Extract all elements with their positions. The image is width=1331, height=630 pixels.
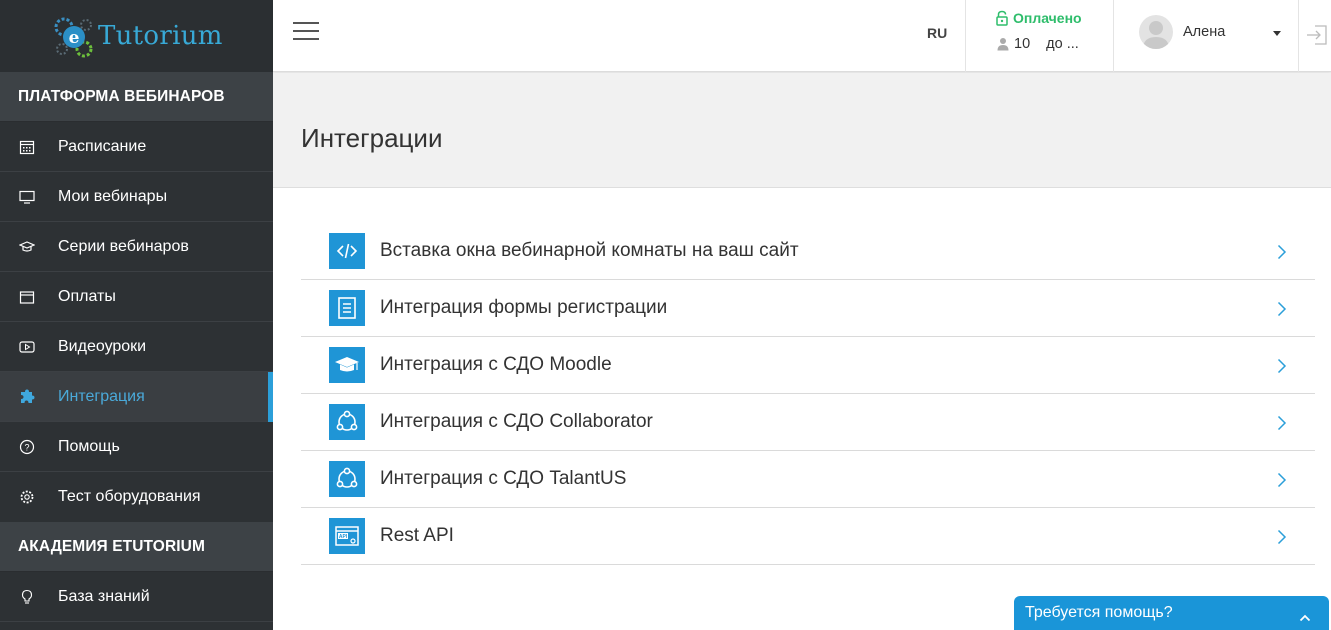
video-play-icon (18, 338, 36, 356)
lightbulb-icon (18, 588, 36, 606)
avatar (1139, 15, 1173, 49)
language-switcher[interactable]: RU (927, 25, 947, 41)
integration-label: Интеграция с СДО TalantUS (380, 468, 627, 489)
sidebar-item-help[interactable]: ? Помощь (0, 422, 273, 472)
integration-embed-room[interactable]: Вставка окна вебинарной комнаты на ваш с… (301, 223, 1315, 280)
brand-name: Tutorium (98, 21, 223, 51)
network-icon (329, 461, 365, 497)
sidebar-item-my-webinars[interactable]: Мои вебинары (0, 172, 273, 222)
integrations-list: Вставка окна вебинарной комнаты на ваш с… (301, 223, 1315, 565)
logout-icon[interactable] (1305, 23, 1329, 52)
chevron-right-icon (1277, 358, 1287, 379)
sidebar-item-label: Интеграция (58, 387, 145, 405)
svg-text:e: e (69, 28, 80, 48)
top-bar: RU Оплачено 10 до ... Алена (273, 0, 1331, 72)
integration-label: Вставка окна вебинарной комнаты на ваш с… (380, 240, 799, 261)
api-window-icon: API (329, 518, 365, 554)
sidebar-item-label: Мои вебинары (58, 187, 168, 205)
topbar-divider (1298, 0, 1299, 72)
sidebar-item-label: Помощь (58, 437, 120, 455)
subscription-until: до ... (1046, 36, 1079, 52)
graduation-cap-icon (329, 347, 365, 383)
help-chat-widget[interactable]: Требуется помощь? (1014, 596, 1329, 630)
sidebar-item-label: База знаний (58, 587, 150, 605)
calendar-icon (18, 138, 36, 156)
sidebar-section-platform: ПЛАТФОРМА ВЕБИНАРОВ (0, 72, 273, 122)
integration-rest-api[interactable]: API Rest API (301, 508, 1315, 565)
integration-talantus[interactable]: Интеграция с СДО TalantUS (301, 451, 1315, 508)
payment-status: Оплачено (995, 10, 1082, 26)
chevron-right-icon (1277, 244, 1287, 265)
logo-gear-icon: e (50, 13, 96, 59)
integration-registration-form[interactable]: Интеграция формы регистрации (301, 280, 1315, 337)
page-header: Интеграции (273, 73, 1331, 188)
monitor-icon (18, 188, 36, 206)
integration-label: Интеграция с СДО Collaborator (380, 411, 653, 432)
puzzle-icon (18, 388, 36, 406)
brand-logo[interactable]: e Tutorium (0, 0, 273, 72)
svg-text:?: ? (24, 442, 29, 452)
gear-icon (18, 488, 36, 506)
sidebar-item-webinar-series[interactable]: Серии вебинаров (0, 222, 273, 272)
user-menu[interactable]: Алена (1139, 15, 1225, 49)
user-icon (997, 38, 1009, 51)
sidebar-item-label: Видеоуроки (58, 337, 147, 355)
sidebar-item-label: Тест оборудования (58, 488, 201, 505)
sidebar-item-payments[interactable]: Оплаты (0, 272, 273, 322)
integration-moodle[interactable]: Интеграция с СДО Moodle (301, 337, 1315, 394)
chevron-down-icon[interactable] (1273, 31, 1281, 36)
lock-icon (996, 10, 1008, 26)
sidebar-item-video-lessons[interactable]: Видеоуроки (0, 322, 273, 372)
sidebar-item-equipment-test[interactable]: Тест оборудования (0, 472, 273, 522)
sidebar: e Tutorium ПЛАТФОРМА ВЕБИНАРОВ Расписани… (0, 0, 273, 630)
topbar-divider (1113, 0, 1114, 72)
topbar-divider (965, 0, 966, 72)
graduation-cap-icon (18, 238, 36, 256)
chevron-up-icon[interactable] (1299, 609, 1311, 627)
menu-toggle-icon[interactable] (293, 22, 319, 40)
integration-label: Интеграция с СДО Moodle (380, 354, 612, 375)
help-widget-label: Требуется помощь? (1025, 604, 1173, 621)
participants-limit: 10 до ... (997, 36, 1079, 52)
sidebar-item-label: Оплаты (58, 287, 116, 305)
sidebar-item-integration[interactable]: Интеграция (0, 372, 273, 422)
participants-count: 10 (1014, 36, 1031, 52)
user-name: Алена (1183, 24, 1226, 40)
integrations-panel: Вставка окна вебинарной комнаты на ваш с… (273, 188, 1331, 630)
integration-label: Интеграция формы регистрации (380, 297, 668, 318)
help-circle-icon: ? (18, 438, 36, 456)
network-icon (329, 404, 365, 440)
sidebar-item-schedule[interactable]: Расписание (0, 122, 273, 172)
payment-status-label: Оплачено (1013, 10, 1082, 26)
sidebar-item-label: Расписание (58, 137, 147, 155)
sidebar-item-knowledge-base[interactable]: База знаний (0, 572, 273, 622)
code-icon (329, 233, 365, 269)
page-title: Интеграции (301, 123, 443, 153)
wallet-icon (18, 288, 36, 306)
sidebar-section-academy: АКАДЕМИЯ ETUTORIUM (0, 522, 273, 572)
chevron-right-icon (1277, 415, 1287, 436)
sidebar-item-label: Серии вебинаров (58, 237, 189, 255)
chevron-right-icon (1277, 301, 1287, 322)
chevron-right-icon (1277, 472, 1287, 493)
chevron-right-icon (1277, 529, 1287, 550)
integration-label: Rest API (380, 525, 454, 546)
form-icon (329, 290, 365, 326)
api-badge: API (339, 534, 348, 540)
integration-collaborator[interactable]: Интеграция с СДО Collaborator (301, 394, 1315, 451)
